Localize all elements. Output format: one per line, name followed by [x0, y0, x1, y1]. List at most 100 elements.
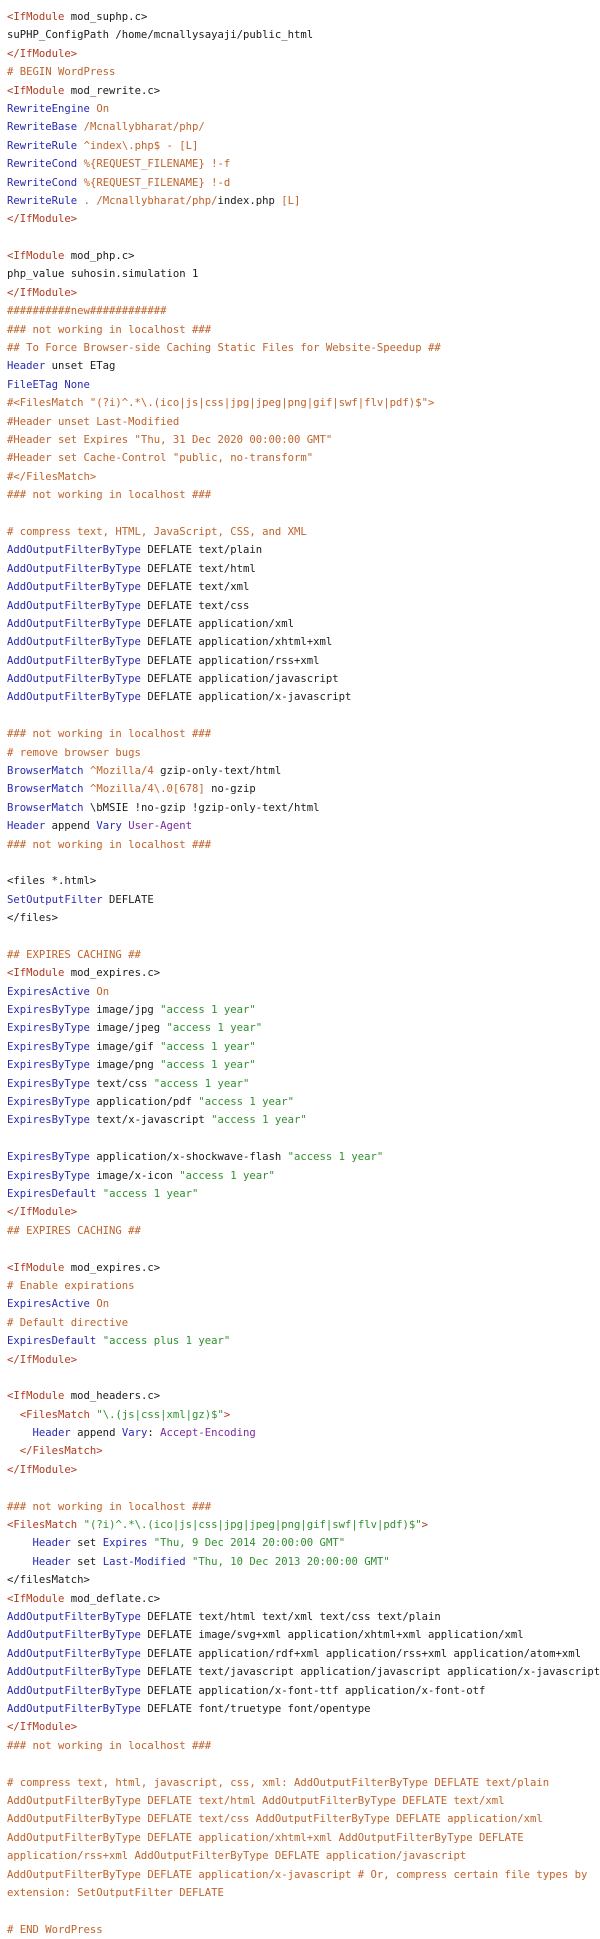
string-token: "access 1 year"	[153, 1077, 250, 1090]
code-line: FileETag None	[7, 376, 600, 394]
code-line: AddOutputFilterByType DEFLATE image/svg+…	[7, 1626, 600, 1644]
code-line: ExpiresDefault "access 1 year"	[7, 1185, 600, 1203]
directive-token: AddOutputFilterByType	[7, 617, 141, 630]
comment-token: ## To Force Browser-side Caching Static …	[7, 342, 441, 355]
plain-token: DEFLATE application/x-font-ttf applicati…	[140, 1684, 486, 1697]
directive-token: AddOutputFilterByType	[7, 544, 141, 557]
tag-token: </IfModule>	[7, 286, 78, 299]
code-line: SetOutputFilter DEFLATE	[7, 891, 600, 909]
string-token: "access 1 year"	[198, 1096, 295, 1109]
plain-token: DEFLATE text/plain	[140, 544, 263, 557]
tag-token: <IfModule	[7, 84, 65, 97]
tag-token: <IfModule	[7, 1592, 65, 1605]
directive-token: Expires	[102, 1537, 148, 1550]
code-line: </IfModule>	[7, 210, 600, 228]
plain-token: DEFLATE application/rdf+xml application/…	[140, 1647, 582, 1660]
code-line: # compress text, html, javascript, css, …	[7, 1774, 593, 1903]
plain-token: index.php	[217, 194, 282, 207]
directive-token: BrowserMatch	[7, 801, 84, 814]
comment-token: ### not working in localhost ###	[7, 489, 212, 502]
code-line: BrowserMatch ^Mozilla/4\.0[678] no-gzip	[7, 780, 600, 798]
tag-token: </IfModule>	[7, 47, 78, 60]
code-line: RewriteEngine On	[7, 100, 600, 118]
directive-token: ExpiresByType	[7, 1004, 90, 1017]
directive-token: ExpiresByType	[7, 1169, 90, 1182]
directive-token: Vary	[121, 1427, 148, 1440]
string-token: "access 1 year"	[160, 1059, 256, 1072]
comment-token: On	[96, 1298, 110, 1311]
directive-token: ExpiresActive	[7, 985, 90, 998]
directive-token: Header	[32, 1427, 71, 1440]
plain-token: php_value suhosin.simulation 1	[7, 268, 199, 281]
tag-token: <FilesMatch	[7, 1519, 78, 1532]
string-token: "access 1 year"	[166, 1022, 263, 1035]
code-line: AddOutputFilterByType DEFLATE text/html	[7, 560, 600, 578]
code-line: AddOutputFilterByType DEFLATE applicatio…	[7, 1645, 600, 1663]
plain-token: text/css	[89, 1077, 154, 1090]
directive-token: SetOutputFilter	[7, 893, 103, 906]
code-line: # remove browser bugs	[7, 744, 600, 762]
comment-token: [L]	[281, 194, 301, 207]
code-line: </IfModule>	[7, 1203, 600, 1221]
directive-token: FileETag	[7, 378, 59, 391]
code-line: <FilesMatch "(?i)^.*\.(ico|js|css|jpg|jp…	[7, 1516, 600, 1534]
comment-token: #</FilesMatch>	[7, 470, 97, 483]
code-line: </IfModule>	[7, 1718, 600, 1736]
code-line: </filesMatch>	[7, 1571, 600, 1589]
plain-token: DEFLATE text/css	[140, 599, 250, 612]
code-line: suPHP_ConfigPath /home/mcnallysayaji/pub…	[7, 26, 600, 44]
code-line: AddOutputFilterByType DEFLATE text/html …	[7, 1608, 600, 1626]
plain-token: \bMSIE !no-gzip !gzip-only-text/html	[83, 801, 320, 814]
code-line: </IfModule>	[7, 1351, 600, 1369]
comment-token: #Header set Expires "Thu, 31 Dec 2020 00…	[7, 433, 333, 446]
plain-token: </filesMatch>	[7, 1574, 90, 1587]
directive-token: RewriteRule	[7, 139, 78, 152]
directive-token: RewriteEngine	[7, 102, 90, 115]
plain-token: mod_php.c>	[64, 250, 135, 263]
plain-token: append	[45, 820, 97, 833]
code-line: php_value suhosin.simulation 1	[7, 265, 600, 283]
code-line: AddOutputFilterByType DEFLATE font/truet…	[7, 1700, 600, 1718]
directive-token: ExpiresByType	[7, 1114, 90, 1127]
plain-token: image/jpg	[89, 1004, 161, 1017]
comment-token: ### not working in localhost ###	[7, 728, 212, 741]
code-line: AddOutputFilterByType DEFLATE text/css	[7, 597, 600, 615]
comment-token: ## EXPIRES CACHING ##	[7, 1224, 141, 1237]
directive-token: ExpiresByType	[7, 1040, 90, 1053]
plain-token: DEFLATE text/html text/xml text/css text…	[140, 1610, 441, 1623]
plain-token: mod_deflate.c>	[64, 1592, 161, 1605]
tag-token: </FilesMatch>	[19, 1445, 103, 1458]
directive-token: AddOutputFilterByType	[7, 1647, 141, 1660]
directive-token: AddOutputFilterByType	[7, 654, 141, 667]
variable-token: User-Agent	[128, 820, 192, 833]
comment-token: # Default directive	[7, 1316, 129, 1329]
code-line: AddOutputFilterByType DEFLATE applicatio…	[7, 688, 600, 706]
comment-token: On	[96, 985, 110, 998]
string-token: "access 1 year"	[160, 1040, 256, 1053]
code-line: ExpiresActive On	[7, 983, 600, 1001]
tag-token: </IfModule>	[7, 1721, 78, 1734]
code-line: BrowserMatch ^Mozilla/4 gzip-only-text/h…	[7, 762, 600, 780]
directive-token: Header	[7, 820, 46, 833]
string-token: "\.(js|css|xml|gz)$"	[96, 1408, 224, 1421]
code-line: <IfModule mod_suphp.c>	[7, 8, 600, 26]
plain-token: set	[70, 1555, 103, 1568]
comment-token: #Header set Cache-Control "public, no-tr…	[7, 452, 314, 465]
comment-token: On	[96, 102, 110, 115]
code-line: ExpiresByType text/css "access 1 year"	[7, 1075, 600, 1093]
comment-token: # Enable expirations	[7, 1279, 135, 1292]
directive-token: AddOutputFilterByType	[7, 599, 141, 612]
directive-token: BrowserMatch	[7, 783, 84, 796]
directive-token: Header	[7, 360, 46, 373]
plain-token: mod_expires.c>	[64, 1261, 161, 1274]
